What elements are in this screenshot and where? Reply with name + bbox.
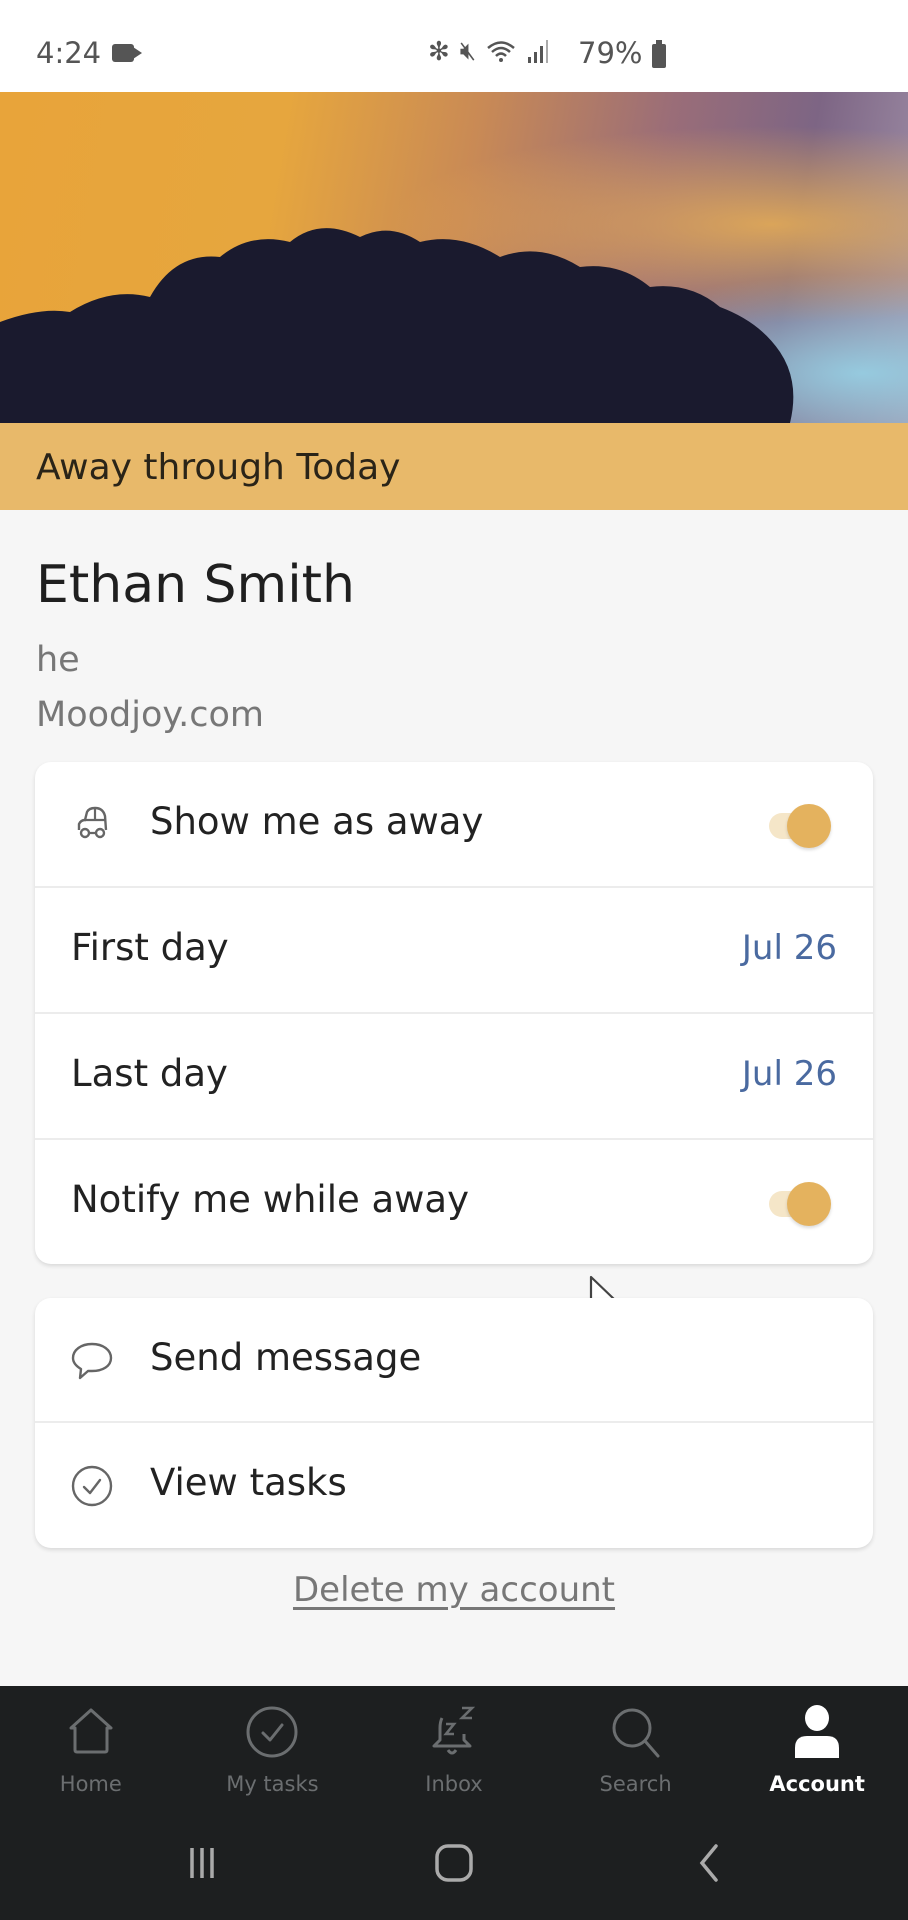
notify-while-away-row[interactable]: Notify me while away: [35, 1140, 873, 1264]
profile-name: Ethan Smith: [36, 555, 356, 615]
system-navigation-bar: [0, 1810, 908, 1920]
account-icon: [795, 1705, 840, 1758]
check-circle-icon: [71, 1465, 113, 1507]
notify-while-away-toggle[interactable]: [763, 1182, 833, 1226]
tab-search-label: Search: [599, 1772, 672, 1796]
profile-organization: Moodjoy.com: [36, 695, 264, 735]
bottom-navigation: Home My tasks Inbox Search Account: [0, 1686, 908, 1920]
last-day-row[interactable]: Last day Jul 26: [35, 1014, 873, 1140]
tab-my-tasks-label: My tasks: [226, 1772, 319, 1796]
signal-icon: [528, 39, 549, 63]
show-me-as-away-toggle[interactable]: [763, 804, 833, 848]
profile-pronouns: he: [36, 640, 80, 680]
chat-bubble-icon: [71, 1342, 113, 1380]
actions-card: Send message View tasks: [35, 1298, 873, 1548]
car-icon: [77, 806, 108, 839]
first-day-value[interactable]: Jul 26: [742, 928, 837, 968]
view-tasks-label: View tasks: [150, 1461, 347, 1504]
video-recording-icon: [112, 44, 142, 62]
tab-my-tasks[interactable]: My tasks: [182, 1686, 364, 1810]
tab-account-label: Account: [769, 1772, 865, 1796]
wifi-icon: [487, 40, 515, 62]
first-day-label: First day: [71, 926, 229, 969]
last-day-label: Last day: [71, 1052, 228, 1095]
show-me-as-away-row[interactable]: Show me as away: [35, 762, 873, 888]
tab-home[interactable]: Home: [0, 1686, 182, 1810]
send-message-row[interactable]: Send message: [35, 1298, 873, 1423]
last-day-value[interactable]: Jul 26: [742, 1054, 837, 1094]
tab-inbox[interactable]: Inbox: [363, 1686, 545, 1810]
home-button-icon[interactable]: [424, 1838, 484, 1888]
back-icon[interactable]: [680, 1838, 740, 1888]
tab-home-label: Home: [59, 1772, 122, 1796]
battery-icon: [652, 40, 666, 68]
mute-icon: 🔇︎: [459, 36, 477, 66]
notify-while-away-label: Notify me while away: [71, 1178, 470, 1221]
profile-header-image: [0, 92, 908, 423]
send-message-label: Send message: [150, 1336, 422, 1379]
battery-percent: 79%: [578, 36, 643, 70]
tab-inbox-label: Inbox: [425, 1772, 483, 1796]
status-time: 4:24: [36, 36, 102, 70]
away-status-text: Away through Today: [36, 447, 401, 488]
show-me-as-away-label: Show me as away: [150, 800, 484, 843]
first-day-row[interactable]: First day Jul 26: [35, 888, 873, 1014]
away-status-banner: Away through Today: [0, 423, 908, 510]
away-settings-card: Show me as away First day Jul 26 Last da…: [35, 762, 873, 1264]
home-icon: [69, 1708, 113, 1754]
recent-apps-icon[interactable]: [172, 1838, 232, 1888]
check-circle-icon: [246, 1706, 298, 1758]
status-bar: 4:24 ✻ 🔇︎ 79%: [0, 0, 908, 92]
search-icon: [612, 1708, 660, 1758]
bluetooth-icon: ✻: [428, 36, 450, 67]
delete-account-link-container: Delete my account: [0, 1570, 908, 1610]
system-icons: ✻ 🔇︎: [428, 36, 550, 67]
tab-search[interactable]: Search: [545, 1686, 727, 1810]
snoozed-bell-icon: [432, 1706, 476, 1755]
tree-silhouette: [0, 228, 794, 423]
view-tasks-row[interactable]: View tasks: [35, 1423, 873, 1548]
delete-account-link[interactable]: Delete my account: [293, 1570, 615, 1610]
tab-account[interactable]: Account: [726, 1686, 908, 1810]
